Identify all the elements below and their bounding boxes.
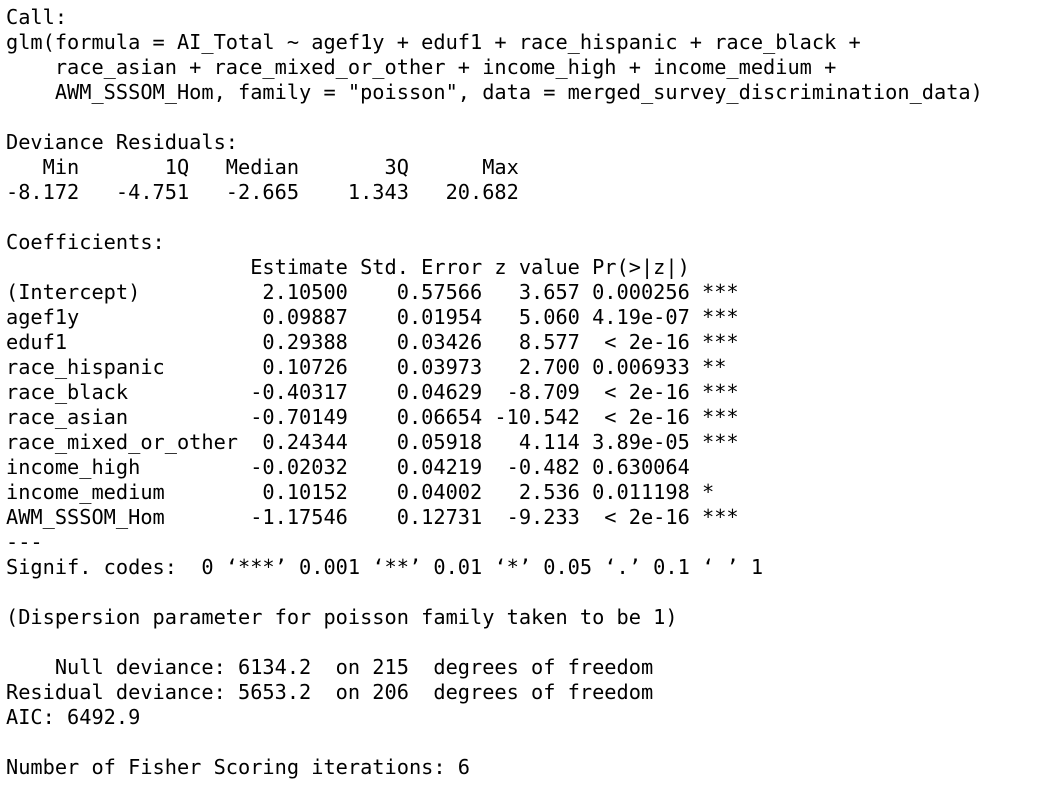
coefficient-row-awm-sssom-hom: AWM_SSSOM_Hom -1.17546 0.12731 -9.233 < … — [6, 505, 739, 529]
coefficients-column-headers: Estimate Std. Error z value Pr(>|z|) — [6, 255, 739, 279]
residual-deviance-line: Residual deviance: 5653.2 on 206 degrees… — [6, 680, 654, 704]
coefficient-row-race-mixed-or-other: race_mixed_or_other 0.24344 0.05918 4.11… — [6, 430, 739, 454]
coefficient-row-intercept: (Intercept) 2.10500 0.57566 3.657 0.0002… — [6, 280, 739, 304]
null-deviance-line: Null deviance: 6134.2 on 215 degrees of … — [6, 655, 654, 679]
deviance-residuals-values: -8.172 -4.751 -2.665 1.343 20.682 — [6, 180, 544, 204]
coefficient-row-agef1y: agef1y 0.09887 0.01954 5.060 4.19e-07 **… — [6, 305, 739, 329]
coefficient-row-income-medium: income_medium 0.10152 0.04002 2.536 0.01… — [6, 480, 739, 504]
call-formula-line-2: race_asian + race_mixed_or_other + incom… — [6, 55, 849, 79]
coefficient-row-eduf1: eduf1 0.29388 0.03426 8.577 < 2e-16 *** — [6, 330, 739, 354]
coefficients-header: Coefficients: — [6, 230, 165, 254]
call-formula-line-1: glm(formula = AI_Total ~ agef1y + eduf1 … — [6, 30, 873, 54]
coefficient-row-income-high: income_high -0.02032 0.04219 -0.482 0.63… — [6, 455, 739, 479]
coefficient-row-race-black: race_black -0.40317 0.04629 -8.709 < 2e-… — [6, 380, 739, 404]
deviance-residuals-header: Deviance Residuals: — [6, 130, 251, 154]
dispersion-parameter-line: (Dispersion parameter for poisson family… — [6, 605, 678, 629]
aic-line: AIC: 6492.9 — [6, 705, 141, 729]
fisher-scoring-iterations-line: Number of Fisher Scoring iterations: 6 — [6, 755, 470, 779]
r-console-output: Call: glm(formula = AI_Total ~ agef1y + … — [0, 0, 1046, 787]
coefficient-row-race-asian: race_asian -0.70149 0.06654 -10.542 < 2e… — [6, 405, 739, 429]
coefficient-row-race-hispanic: race_hispanic 0.10726 0.03973 2.700 0.00… — [6, 355, 739, 379]
deviance-residuals-labels: Min 1Q Median 3Q Max — [6, 155, 544, 179]
call-formula-line-3: AWM_SSSOM_Hom, family = "poisson", data … — [6, 80, 983, 104]
call-header: Call: — [6, 5, 68, 29]
separator-line: --- — [6, 530, 43, 554]
signif-codes-line: Signif. codes: 0 ‘***’ 0.001 ‘**’ 0.01 ‘… — [6, 555, 764, 579]
